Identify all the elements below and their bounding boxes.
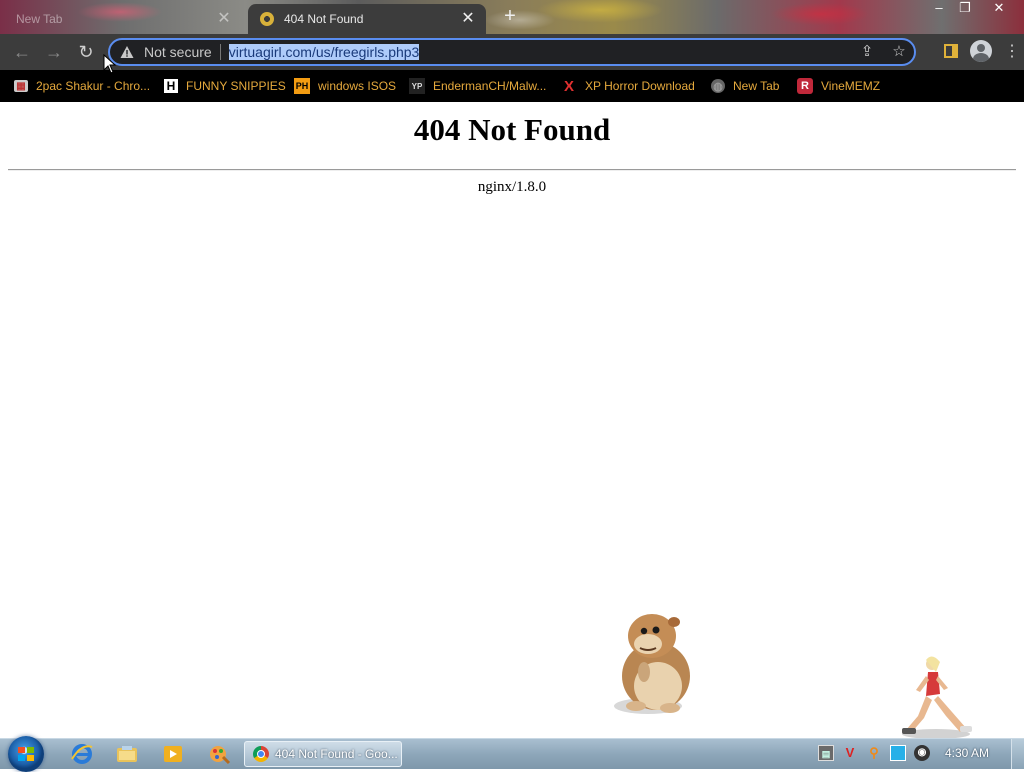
restore-icon[interactable]: ❐ [954,0,976,18]
bookmark-item[interactable]: X XP Horror Download [561,77,695,95]
media-player-icon[interactable] [161,743,185,765]
security-status-label[interactable]: Not secure [144,44,212,60]
page-title: 404 Not Found [413,112,611,147]
globe-icon: ◍ [711,79,725,93]
speaker-icon[interactable]: ◉ [914,745,930,761]
browser-toolbar: ← → ↻ Not secure virtuagirl.com/us/freeg… [0,34,1024,70]
warning-icon[interactable] [120,45,134,59]
ph-icon: PH [294,78,310,94]
bookmark-label: VineMEMZ [821,79,881,93]
bookmark-label: FUNNY SNIPPIES [186,79,286,93]
search-orange-icon[interactable]: ⚲ [866,745,882,761]
profile-avatar-icon[interactable] [970,40,992,62]
bookmark-label: XP Horror Download [585,79,695,93]
paint-icon[interactable] [207,743,231,765]
bookmark-folder-icon: ▦ [14,80,28,92]
server-version: nginx/1.8.0 [477,179,547,195]
horizontal-rule [8,169,1016,171]
hamster-animation-icon[interactable] [608,610,700,718]
mouse-cursor-icon [103,54,117,74]
network-monitor-icon[interactable]: ▤ [818,745,834,761]
v-red-icon[interactable]: V [842,745,858,761]
tab-strip: New Tab ✕ 404 Not Found ✕ + – ❐ ✕ [0,0,1024,34]
windows-logo-icon [18,747,34,761]
bookmark-item[interactable]: YP EndermanCH/Malw... [409,77,546,95]
h-letter-icon: H [164,79,178,93]
bookmark-item[interactable]: ▦ 2pac Shakur - Chro... [14,77,150,95]
bookmark-label: EndermanCH/Malw... [433,79,547,93]
address-bar[interactable]: Not secure virtuagirl.com/us/freegirls.p… [108,38,916,66]
bookmark-item[interactable]: PH windows ISOS [294,77,396,95]
yp-icon: YP [409,78,425,94]
windows-taskbar: 404 Not Found - Goo... ▤ V ⚲ ◉ 4:30 AM [0,736,1024,772]
taskbar-chrome-window[interactable]: 404 Not Found - Goo... [244,741,402,767]
tab-title: New Tab [16,12,63,26]
system-tray: ▤ V ⚲ ◉ [818,745,930,761]
forward-arrow-icon[interactable]: → [42,40,66,64]
reload-icon[interactable]: ↻ [74,40,98,64]
bookmark-item[interactable]: H FUNNY SNIPPIES [164,77,286,95]
back-arrow-icon[interactable]: ← [10,40,34,64]
close-icon[interactable]: ✕ [216,11,232,27]
kebab-menu-icon[interactable]: ⋮ [1004,41,1020,61]
url-text[interactable]: virtuagirl.com/us/freegirls.php3 [228,44,420,60]
bookmark-label: 2pac Shakur - Chro... [36,79,151,93]
x-red-icon: X [563,77,574,95]
explorer-folder-icon[interactable] [115,743,139,765]
new-tab-button[interactable]: + [500,6,520,26]
bookmark-label: windows ISOS [318,79,397,93]
tab-404-not-found[interactable]: 404 Not Found ✕ [248,4,486,34]
side-panel-icon[interactable] [944,44,958,58]
tab-new-tab[interactable]: New Tab ✕ [6,4,242,34]
tab-title: 404 Not Found [284,12,364,26]
start-button[interactable] [8,736,44,772]
page-content: 404 Not Found nginx/1.8.0 [0,102,1024,740]
minimize-icon[interactable]: – [928,0,950,18]
display-icon[interactable] [890,745,906,761]
show-desktop-button[interactable] [1011,739,1024,769]
share-icon[interactable]: ⇪ [858,43,876,61]
r-red-icon: R [797,78,813,94]
bookmark-item[interactable]: ◍ New Tab [711,77,779,95]
bookmarks-bar: ▦ 2pac Shakur - Chro... H FUNNY SNIPPIES… [0,70,1024,102]
page-favicon-icon [260,12,274,26]
close-icon[interactable]: ✕ [460,11,476,27]
taskbar-window-label: 404 Not Found - Goo... [275,747,398,761]
ie-icon[interactable] [70,743,94,765]
bookmark-label: New Tab [733,79,780,93]
chrome-icon [253,746,269,762]
system-clock[interactable]: 4:30 AM [945,746,989,760]
window-close-icon[interactable]: ✕ [988,0,1010,18]
url-selected-text[interactable]: virtuagirl.com/us/freegirls.php3 [228,44,420,60]
bookmark-item[interactable]: R VineMEMZ [797,77,880,95]
omnibox-divider [219,44,221,60]
virtual-girl-animation-icon[interactable] [898,654,978,740]
bookmark-star-icon[interactable]: ☆ [890,43,908,61]
